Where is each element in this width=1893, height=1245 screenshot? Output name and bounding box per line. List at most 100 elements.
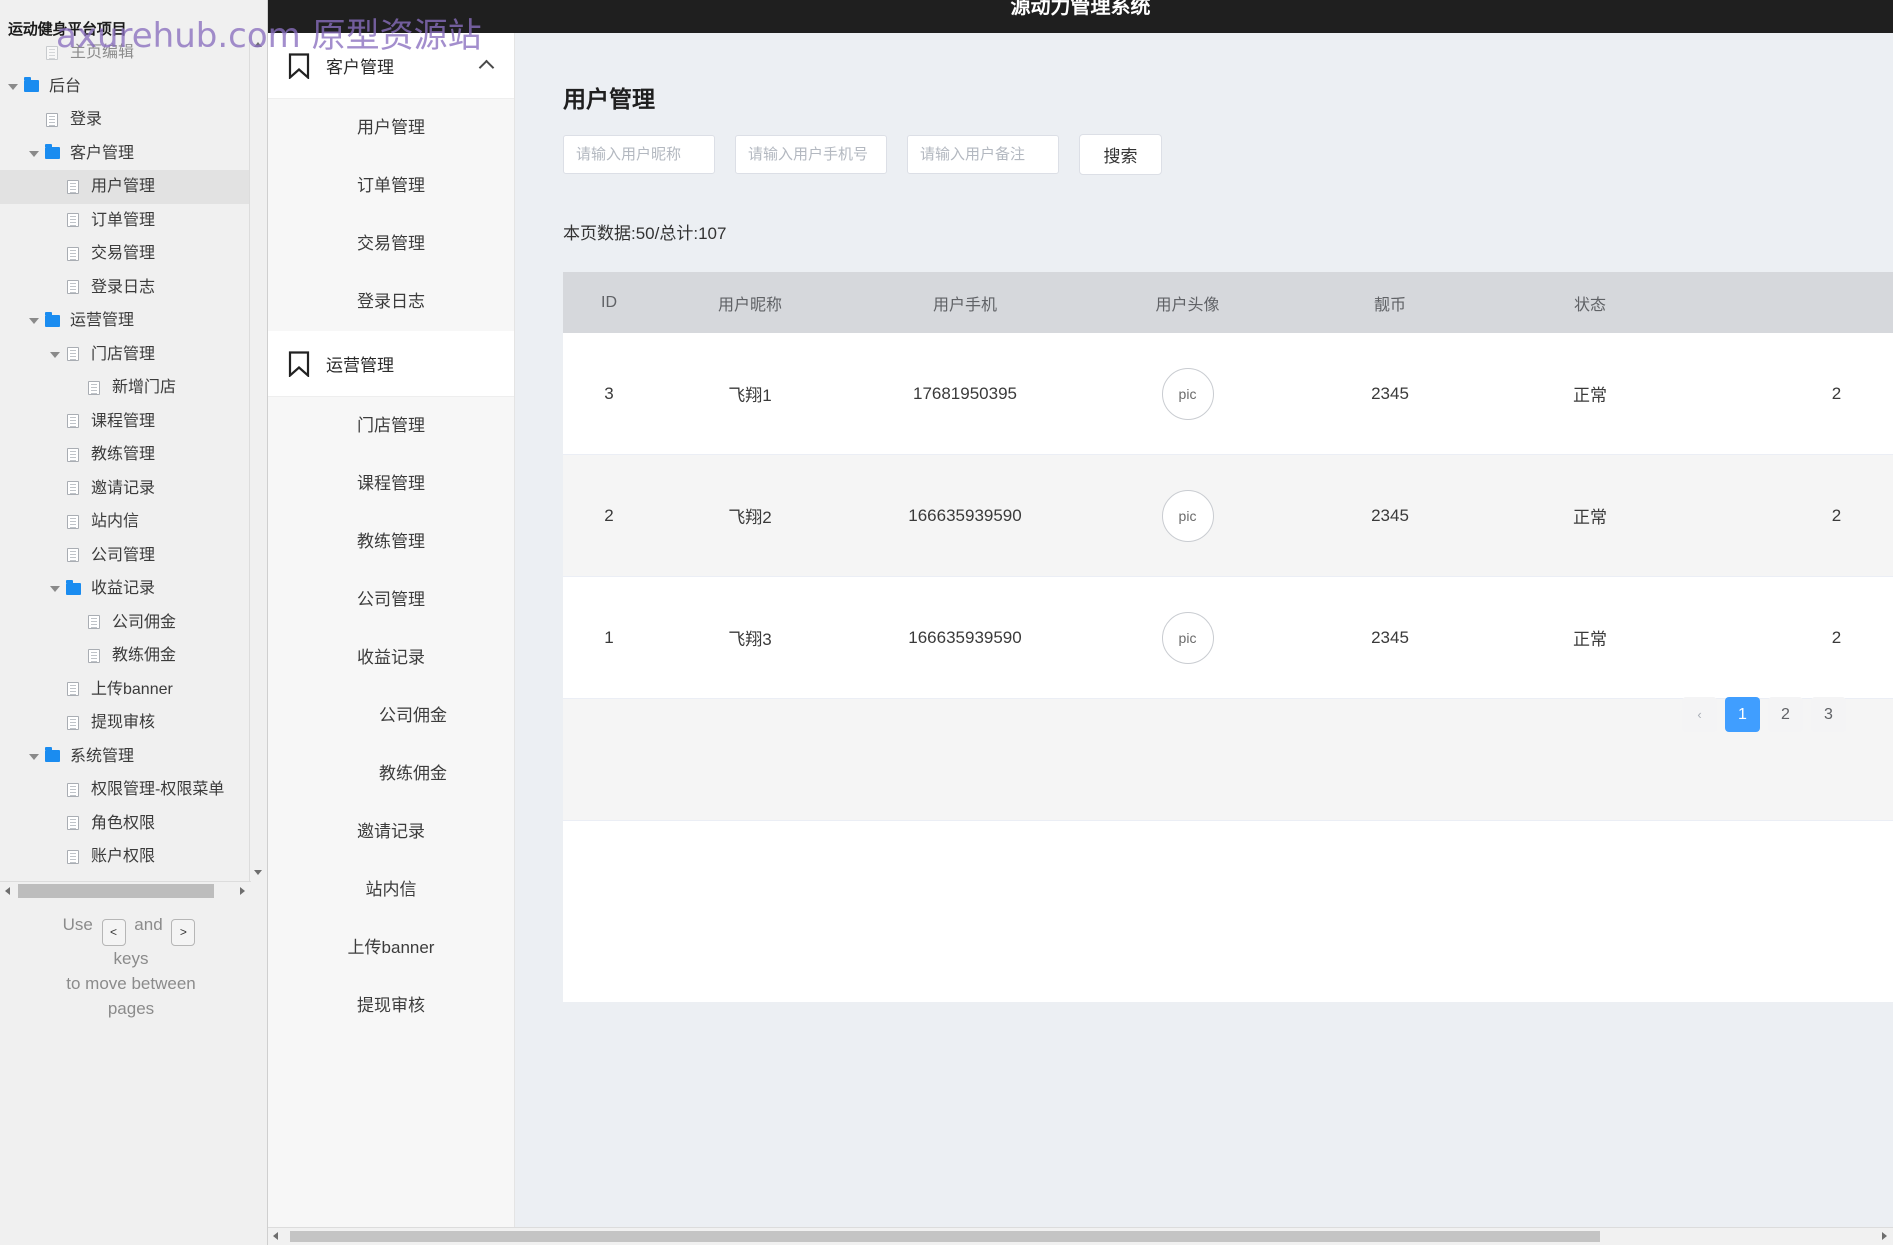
- prev-page-key[interactable]: <: [101, 919, 126, 946]
- menu-item-main[interactable]: 上传banner: [268, 919, 514, 977]
- pagination-page-button[interactable]: 2: [1768, 697, 1803, 732]
- tree-item-label: 角色权限: [91, 814, 156, 832]
- cell-empty: [845, 698, 1085, 821]
- scroll-left-icon[interactable]: [0, 882, 16, 900]
- menu-item-main[interactable]: 教练管理: [268, 513, 514, 571]
- menu-item-main[interactable]: 用户管理: [268, 99, 514, 157]
- menu-item-main[interactable]: 邀请记录: [268, 803, 514, 861]
- tree-item-page[interactable]: 公司佣金: [0, 606, 267, 640]
- tree-item-label: 后台: [49, 77, 82, 95]
- search-input-remark[interactable]: [907, 135, 1059, 174]
- tree-toggle-spacer: [69, 606, 83, 640]
- table-row[interactable]: 1 飞翔3 166635939590 pic 2345 正常 2: [563, 576, 1893, 699]
- tree-toggle-icon[interactable]: [27, 740, 41, 774]
- folder-icon: [20, 77, 42, 93]
- tree-item-folder[interactable]: 收益记录: [0, 572, 267, 606]
- menu-group-label: 运营管理: [326, 356, 394, 375]
- page-scroll-thumb[interactable]: [290, 1231, 1600, 1242]
- page-title: 用户管理: [563, 86, 655, 112]
- menu-item-sub[interactable]: 教练佣金: [268, 745, 514, 803]
- nav-hint-and: and: [134, 915, 163, 934]
- scroll-up-icon[interactable]: [250, 36, 267, 53]
- tree-item-page[interactable]: 权限管理-权限菜单: [0, 773, 267, 807]
- nav-hint-line4: pages: [107, 999, 155, 1018]
- tree-toggle-icon[interactable]: [48, 572, 62, 606]
- tree-item-label: 教练管理: [91, 446, 156, 463]
- menu-group-1[interactable]: 客户管理: [268, 33, 514, 99]
- cell-coin: 2345: [1290, 333, 1490, 455]
- tree-toggle-icon[interactable]: [48, 338, 62, 372]
- tree-toggle-icon[interactable]: [6, 70, 20, 104]
- menu-item-main[interactable]: 交易管理: [268, 215, 514, 273]
- tree-item-label: 权限管理-权限菜单: [91, 781, 225, 798]
- page-scroll-right-icon[interactable]: [1877, 1228, 1893, 1245]
- tree-item-page[interactable]: 角色权限: [0, 807, 267, 841]
- tree-item-label: 用户管理: [91, 178, 156, 195]
- tree-item-page[interactable]: 课程管理: [0, 405, 267, 439]
- menu-item-main[interactable]: 门店管理: [268, 397, 514, 455]
- scroll-down-icon[interactable]: [250, 864, 267, 881]
- search-input-nickname[interactable]: [563, 135, 715, 174]
- tree-item-folder[interactable]: 系统管理: [0, 740, 267, 774]
- pagination-page-button[interactable]: 1: [1725, 697, 1760, 732]
- table-row[interactable]: 2 飞翔2 166635939590 pic 2345 正常 2: [563, 454, 1893, 577]
- tree-item-folder[interactable]: 后台: [0, 70, 267, 104]
- tree-horizontal-scrollbar[interactable]: [0, 881, 251, 900]
- tree-item-page[interactable]: 门店管理: [0, 338, 267, 372]
- menu-item-main[interactable]: 提现审核: [268, 977, 514, 1035]
- menu-item-main[interactable]: 公司管理: [268, 571, 514, 629]
- horizontal-scroll-thumb[interactable]: [18, 884, 214, 898]
- pagination-page-button[interactable]: 3: [1811, 697, 1846, 732]
- app-sidebar-menu[interactable]: 客户管理 用户管理 订单管理 交易管理 登录日志运营管理门店管理 课程管理 教练管理 公司管理…: [268, 33, 515, 1245]
- tree-item-label: 订单管理: [91, 211, 156, 229]
- tree-item-page[interactable]: 交易管理: [0, 237, 267, 271]
- tree-item-page[interactable]: 新增门店: [0, 371, 267, 405]
- menu-group-2[interactable]: 运营管理: [268, 331, 514, 397]
- tree-item-page[interactable]: 邀请记录: [0, 472, 267, 506]
- filter-bar: 搜索: [563, 134, 1162, 175]
- tree-item-page[interactable]: 公司管理: [0, 539, 267, 573]
- tree-item-label: 站内信: [91, 513, 140, 530]
- tree-item-page[interactable]: 用户管理: [0, 170, 267, 204]
- tree-item-page[interactable]: 提现审核: [0, 706, 267, 740]
- tree-item-page[interactable]: 教练佣金: [0, 639, 267, 673]
- table-row[interactable]: 3 飞翔1 17681950395 pic 2345 正常 2: [563, 333, 1893, 455]
- tree-toggle-icon[interactable]: [27, 137, 41, 171]
- tree-vertical-scrollbar[interactable]: [249, 36, 267, 881]
- tree-item-label: 账户权限: [91, 848, 156, 865]
- pagination[interactable]: ‹ 1 2 3: [1674, 697, 1846, 732]
- search-input-phone[interactable]: [735, 135, 887, 174]
- menu-item-main[interactable]: 订单管理: [268, 157, 514, 215]
- page-tree[interactable]: 主页编辑后台登录 客户管理用户管理订单管理交易管理登录日志 运营管理 门店管理 新增门店…: [0, 36, 267, 881]
- chevron-up-icon[interactable]: [481, 62, 494, 70]
- page-icon: [62, 548, 84, 563]
- next-page-key[interactable]: >: [171, 919, 196, 946]
- menu-item-main[interactable]: 登录日志: [268, 273, 514, 331]
- tree-item-label: 公司管理: [91, 546, 156, 564]
- search-button[interactable]: 搜索: [1079, 134, 1162, 175]
- tree-item-folder[interactable]: 客户管理: [0, 137, 267, 171]
- menu-item-main[interactable]: 站内信: [268, 861, 514, 919]
- menu-item-main[interactable]: 收益记录: [268, 629, 514, 687]
- menu-item-main[interactable]: 课程管理: [268, 455, 514, 513]
- tree-item-page[interactable]: 主页编辑: [0, 36, 267, 70]
- tree-item-label: 交易管理: [91, 245, 156, 262]
- table-column-header: 状态: [1490, 272, 1690, 333]
- tree-item-page[interactable]: 站内信: [0, 505, 267, 539]
- tree-item-page[interactable]: 登录: [0, 103, 267, 137]
- pagination-prev-button[interactable]: ‹: [1682, 697, 1717, 732]
- cell-extra: 2: [1690, 576, 1893, 699]
- menu-item-sub[interactable]: 公司佣金: [268, 687, 514, 745]
- page-scroll-left-icon[interactable]: [268, 1228, 284, 1245]
- page-horizontal-scrollbar[interactable]: [268, 1227, 1893, 1245]
- scroll-right-icon[interactable]: [235, 882, 251, 900]
- tree-item-page[interactable]: 账户权限: [0, 840, 267, 874]
- tree-item-folder[interactable]: 运营管理: [0, 304, 267, 338]
- tree-item-page[interactable]: 登录日志: [0, 271, 267, 305]
- tree-toggle-icon[interactable]: [27, 304, 41, 338]
- tree-item-page[interactable]: 上传banner: [0, 673, 267, 707]
- tree-item-page[interactable]: 教练管理: [0, 438, 267, 472]
- page-icon: [62, 179, 84, 194]
- tree-item-page[interactable]: 订单管理: [0, 204, 267, 238]
- table-row-empty: [563, 820, 1893, 942]
